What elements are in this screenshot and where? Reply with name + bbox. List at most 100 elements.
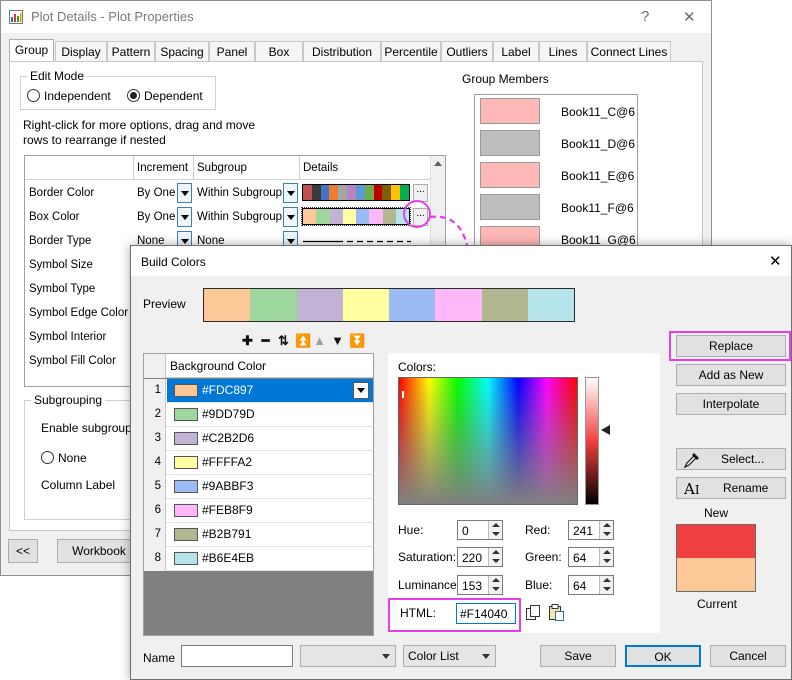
increment-dropdown[interactable]: [177, 207, 192, 227]
member-item[interactable]: Book11_C@6: [475, 95, 635, 127]
color-list-row[interactable]: 2 #9DD79D: [144, 403, 373, 427]
list-toolbar: ✚ ━ ⇅ ⏫ ▲ ▼ ⏬: [241, 334, 365, 350]
close-button[interactable]: ✕: [683, 8, 696, 26]
luminance-spinbox[interactable]: 153: [457, 575, 503, 595]
green-spin-arrows[interactable]: [599, 548, 613, 566]
blue-spin-arrows[interactable]: [599, 576, 613, 594]
tab-pattern[interactable]: Pattern: [107, 41, 155, 61]
grid-row-box-color[interactable]: Box Color By One Within Subgroup ...: [25, 205, 430, 229]
build-colors-dialog: Build Colors ✕ Preview ✚ ━ ⇅ ⏫ ▲ ▼ ⏬ Bac…: [130, 245, 792, 680]
color-dropdown-button[interactable]: [353, 382, 369, 399]
member-name: Book11_E@6: [561, 169, 635, 183]
increment-dropdown[interactable]: [177, 183, 192, 203]
saturation-spinbox[interactable]: 220: [457, 547, 503, 567]
subgroup-dropdown[interactable]: [283, 207, 298, 227]
move-up-icon[interactable]: ▲: [313, 334, 326, 347]
move-bottom-icon[interactable]: ⏬: [349, 334, 365, 347]
column-header-background-color: Background Color: [170, 359, 267, 373]
help-button[interactable]: ?: [641, 8, 649, 25]
color-swatch: [174, 456, 198, 469]
color-list-row[interactable]: 3 #C2B2D6: [144, 427, 373, 451]
name-input[interactable]: [181, 645, 293, 667]
color-list-row[interactable]: 5 #9ABBF3: [144, 475, 373, 499]
tab-outliers[interactable]: Outliers: [441, 41, 493, 61]
ok-button[interactable]: OK: [625, 645, 701, 667]
color-list-row[interactable]: 6 #FEB8F9: [144, 499, 373, 523]
dialog-close-button[interactable]: ✕: [769, 252, 782, 270]
luminance-slider-pointer[interactable]: [601, 425, 610, 435]
border-color-palette[interactable]: [302, 184, 410, 201]
tab-distribution[interactable]: Distribution: [303, 41, 381, 61]
add-as-new-button[interactable]: Add as New: [676, 364, 786, 386]
header-subgroup: Subgroup: [197, 162, 247, 174]
subgroup-dropdown[interactable]: [283, 183, 298, 203]
member-item[interactable]: Book11_D@6: [475, 127, 635, 159]
save-button[interactable]: Save: [540, 645, 616, 667]
tab-panel[interactable]: Panel: [209, 41, 255, 61]
app-icon: [9, 10, 23, 24]
html-input[interactable]: #F14040: [456, 603, 516, 624]
color-preview-strip: [203, 288, 575, 322]
box-color-palette[interactable]: [301, 207, 411, 226]
color-list-row[interactable]: 7 #B2B791: [144, 523, 373, 547]
tab-percentile[interactable]: Percentile: [381, 41, 441, 61]
color-list-row[interactable]: 4 #FFFFA2: [144, 451, 373, 475]
collapse-button[interactable]: <<: [8, 539, 38, 563]
row-number: 8: [144, 547, 166, 571]
copy-icon[interactable]: [525, 605, 541, 621]
html-value: #F14040: [460, 607, 508, 621]
color-list-combo[interactable]: Color List: [403, 645, 496, 667]
tab-lines[interactable]: Lines: [539, 41, 587, 61]
replace-button[interactable]: Replace: [676, 335, 786, 357]
color-list-row[interactable]: 1 #FDC897: [144, 379, 373, 403]
row-label: Symbol Fill Color: [29, 355, 116, 367]
red-spin-arrows[interactable]: [599, 521, 613, 539]
plot-details-titlebar: Plot Details - Plot Properties ? ✕: [1, 1, 711, 33]
move-top-icon[interactable]: ⏫: [295, 334, 311, 347]
swap-icon[interactable]: ⇅: [277, 334, 290, 347]
interpolate-button[interactable]: Interpolate: [676, 393, 786, 415]
hue-saturation-field[interactable]: [398, 377, 578, 505]
edit-mode-group: Edit Mode Independent Dependent: [20, 69, 216, 110]
cancel-button[interactable]: Cancel: [710, 645, 786, 667]
subgrouping-label: Subgrouping: [31, 393, 106, 407]
luminance-bar[interactable]: [585, 377, 599, 505]
member-item[interactable]: Book11_E@6: [475, 159, 635, 191]
preset-combo[interactable]: [300, 645, 396, 667]
tab-label[interactable]: Label: [493, 41, 539, 61]
tab-group[interactable]: Group: [9, 39, 54, 62]
tab-spacing[interactable]: Spacing: [155, 41, 209, 61]
grid-header: Increment Subgroup Details: [25, 156, 445, 180]
workbook-button[interactable]: Workbook: [57, 539, 141, 563]
grid-row-border-color[interactable]: Border Color By One Within Subgroup ...: [25, 181, 430, 205]
hue-spin-arrows[interactable]: [488, 521, 502, 539]
group-members-list[interactable]: Book11_C@6 Book11_D@6 Book11_E@6 Book11_…: [474, 94, 638, 254]
color-list: Background Color 1 #FDC897 2 #9DD79D 3 #C2B2D…: [143, 353, 374, 636]
current-label: Current: [697, 597, 738, 611]
plus-icon[interactable]: ✚: [241, 334, 254, 347]
eyedropper-icon: [683, 453, 699, 469]
radio-dependent[interactable]: Dependent: [127, 89, 203, 103]
move-down-icon[interactable]: ▼: [331, 334, 344, 347]
select-button[interactable]: Select...: [676, 448, 786, 470]
color-swatch: [174, 552, 198, 565]
luminance-spin-arrows[interactable]: [488, 576, 502, 594]
tab-box[interactable]: Box: [255, 41, 303, 61]
row-number: 1: [144, 379, 166, 403]
paste-icon[interactable]: [548, 604, 565, 622]
saturation-spin-arrows[interactable]: [488, 548, 502, 566]
radio-independent[interactable]: Independent: [27, 89, 111, 103]
green-spinbox[interactable]: 64: [568, 547, 614, 567]
member-item[interactable]: Book11_F@6: [475, 191, 635, 223]
minus-icon[interactable]: ━: [259, 334, 272, 347]
red-spinbox[interactable]: 241: [568, 520, 614, 540]
rename-button[interactable]: AI Rename: [676, 477, 786, 499]
tab-display[interactable]: Display: [55, 41, 107, 61]
hue-spinbox[interactable]: 0: [457, 520, 503, 540]
blue-spinbox[interactable]: 64: [568, 575, 614, 595]
color-list-row[interactable]: 8 #B6E4EB: [144, 547, 373, 571]
red-value: 241: [573, 524, 594, 538]
preview-swatch: [435, 289, 482, 321]
tab-connect-lines[interactable]: Connect Lines: [587, 41, 671, 61]
radio-subgroup-none[interactable]: None: [41, 451, 87, 465]
